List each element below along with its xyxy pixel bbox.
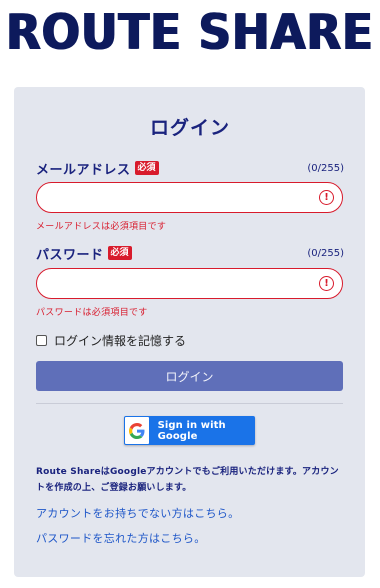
brand-logo: ROUTE SHARE [0, 3, 380, 61]
password-error-message: パスワードは必須項目です [36, 308, 148, 318]
email-label: メールアドレス [36, 162, 131, 178]
page-title: ログイン [149, 117, 230, 139]
google-g-icon [125, 417, 149, 444]
remember-label: ログイン情報を記憶する [54, 333, 187, 348]
password-char-counter: (0/255) [307, 247, 344, 259]
required-badge: 必須 [107, 246, 132, 260]
error-icon: ! [319, 190, 334, 205]
signup-link[interactable]: アカウントをお持ちでない方はこちら。 [36, 505, 239, 521]
password-label: パスワード [36, 247, 104, 263]
email-field[interactable]: ! [36, 182, 343, 213]
login-button[interactable]: ログイン [36, 361, 343, 391]
email-label-row: メールアドレス 必須 (0/255) [36, 159, 344, 178]
error-icon: ! [319, 276, 334, 291]
brand-logo-text: ROUTE SHARE [6, 3, 374, 61]
google-account-note: Route ShareはGoogleアカウントでもご利用いただけます。アカウント… [36, 467, 339, 493]
email-input[interactable] [49, 183, 319, 212]
forgot-password-link[interactable]: パスワードを忘れた方はこちら。 [36, 530, 206, 546]
email-error-message: メールアドレスは必須項目です [36, 222, 167, 232]
divider [36, 403, 343, 404]
remember-me[interactable]: ログイン情報を記憶する [36, 332, 186, 348]
required-badge: 必須 [134, 161, 159, 175]
google-signin-button[interactable]: Sign in with Google [124, 416, 255, 445]
password-field[interactable]: ! [36, 268, 343, 299]
email-char-counter: (0/255) [307, 162, 344, 174]
google-signin-label: Sign in with Google [157, 419, 226, 442]
remember-checkbox[interactable] [36, 334, 47, 346]
password-label-row: パスワード 必須 (0/255) [36, 244, 344, 263]
password-input[interactable] [49, 269, 319, 298]
